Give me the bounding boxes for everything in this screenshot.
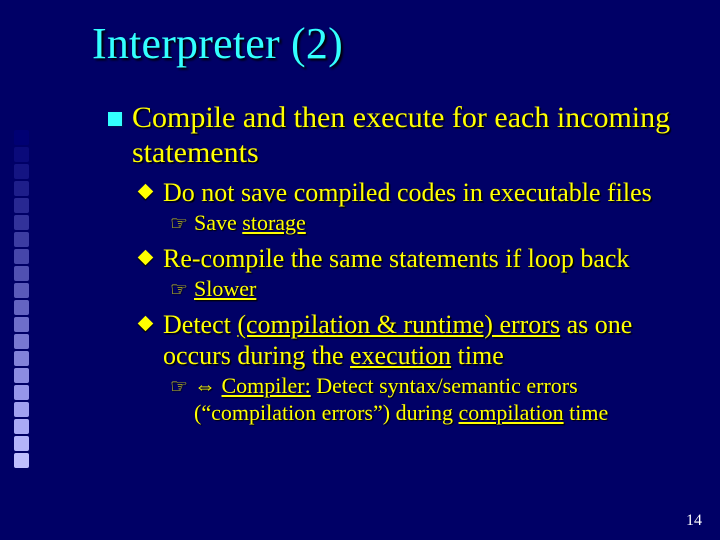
pointer-bullet-icon: ☞ [170, 277, 188, 302]
bullet-text: Compile and then execute for each incomi… [132, 100, 678, 171]
deco-square [14, 266, 29, 281]
bullet-text: Re-compile the same statements if loop b… [163, 243, 629, 274]
deco-square [14, 164, 29, 179]
deco-square [14, 402, 29, 417]
deco-square [14, 300, 29, 315]
pointer-bullet-icon: ☞ [170, 374, 188, 399]
deco-square [14, 198, 29, 213]
bullet-level1: Compile and then execute for each incomi… [108, 100, 678, 171]
deco-square [14, 334, 29, 349]
diamond-bullet-icon [138, 316, 154, 332]
diamond-bullet-icon [138, 250, 154, 266]
deco-square [14, 368, 29, 383]
slide-content: Compile and then execute for each incomi… [108, 100, 678, 433]
deco-square [14, 249, 29, 264]
deco-square [14, 436, 29, 451]
pointer-bullet-icon: ☞ [170, 211, 188, 236]
deco-square [14, 283, 29, 298]
bullet-level3: ☞ Save storage [170, 210, 678, 237]
bullet-level3: ☞ ⇔ Compiler: Detect syntax/semantic err… [170, 373, 678, 427]
deco-square [14, 232, 29, 247]
bullet-text: Detect (compilation & runtime) errors as… [163, 309, 678, 371]
bullet-level2: Detect (compilation & runtime) errors as… [140, 309, 678, 371]
bullet-text: Slower [194, 276, 256, 303]
bullet-level3: ☞ Slower [170, 276, 678, 303]
deco-square [14, 130, 29, 145]
bullet-text: Do not save compiled codes in executable… [163, 177, 652, 208]
slide: Interpreter (2) Compile and then execute… [0, 0, 720, 540]
deco-square [14, 317, 29, 332]
bullet-level2: Re-compile the same statements if loop b… [140, 243, 678, 274]
diamond-bullet-icon [138, 184, 154, 200]
deco-square [14, 419, 29, 434]
deco-square [14, 215, 29, 230]
deco-square [14, 147, 29, 162]
square-bullet-icon [108, 112, 122, 126]
deco-square [14, 453, 29, 468]
bullet-text: ⇔ Compiler: Detect syntax/semantic error… [194, 373, 678, 427]
slide-title: Interpreter (2) [92, 18, 343, 69]
bullet-level2: Do not save compiled codes in executable… [140, 177, 678, 208]
deco-square [14, 351, 29, 366]
page-number: 14 [686, 512, 702, 530]
decorative-squares [14, 130, 32, 500]
deco-square [14, 181, 29, 196]
bullet-text: Save storage [194, 210, 306, 237]
deco-square [14, 385, 29, 400]
